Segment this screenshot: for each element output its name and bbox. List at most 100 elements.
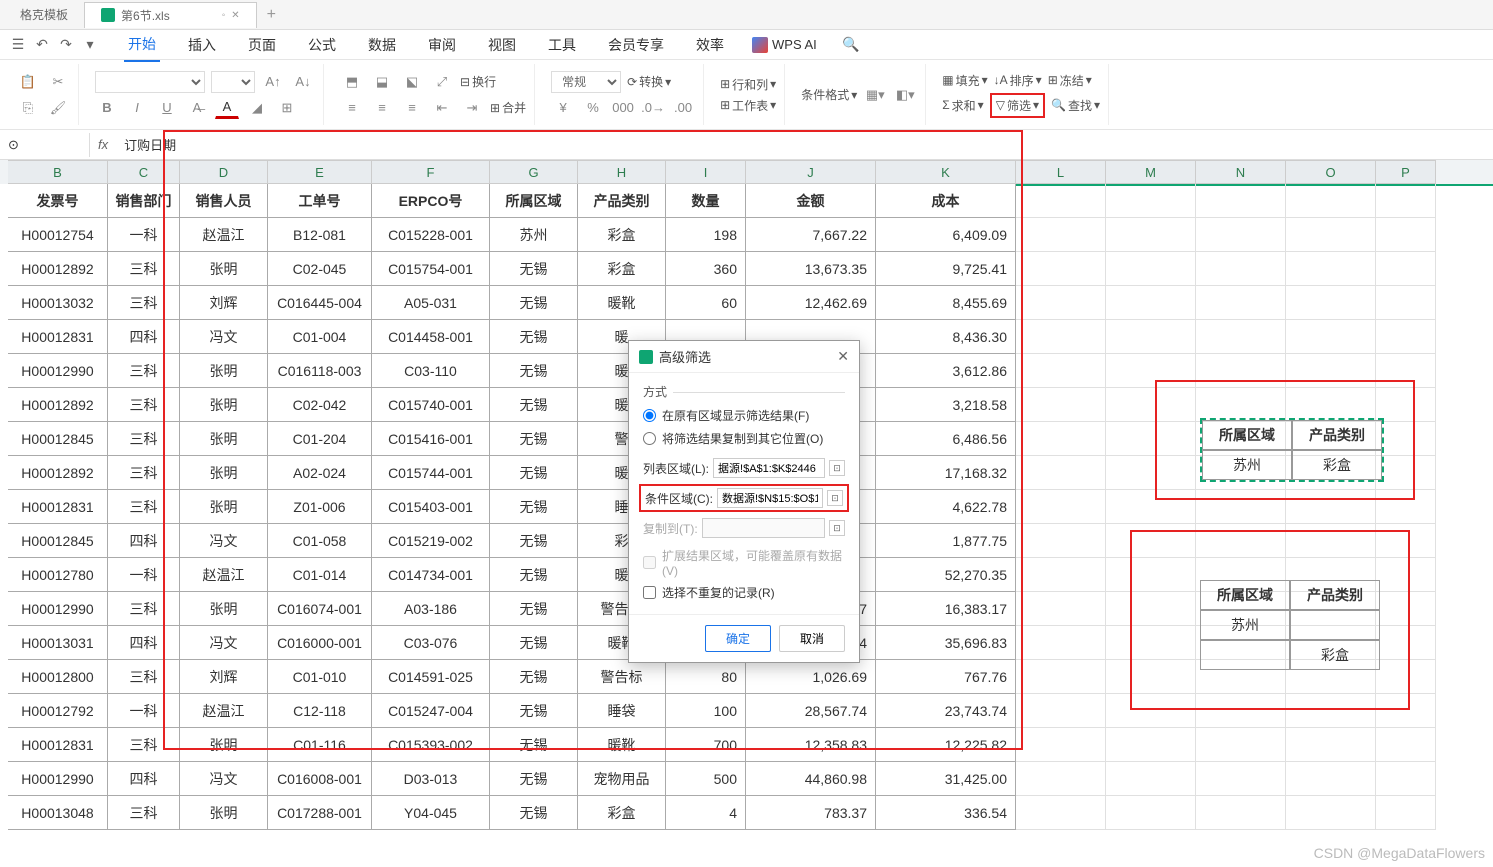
- table-cell[interactable]: 冯文: [180, 626, 268, 660]
- table-cell[interactable]: 四科: [108, 626, 180, 660]
- font-size-select[interactable]: [211, 71, 255, 93]
- table-cell[interactable]: 四科: [108, 320, 180, 354]
- empty-cell[interactable]: [1016, 456, 1106, 490]
- menu-formula[interactable]: 公式: [304, 29, 340, 61]
- fx-icon[interactable]: fx: [90, 137, 116, 152]
- empty-cell[interactable]: [1376, 490, 1436, 524]
- table-cell[interactable]: 赵温江: [180, 694, 268, 728]
- table-cell[interactable]: 8,436.30: [876, 320, 1016, 354]
- empty-cell[interactable]: [1196, 218, 1286, 252]
- empty-cell[interactable]: [1196, 728, 1286, 762]
- table-header[interactable]: 销售人员: [180, 184, 268, 218]
- col-header-P[interactable]: P: [1376, 160, 1436, 184]
- empty-cell[interactable]: [1106, 388, 1196, 422]
- table-cell[interactable]: H00012754: [8, 218, 108, 252]
- table-cell[interactable]: C015754-001: [372, 252, 490, 286]
- table-header[interactable]: ERPCO号: [372, 184, 490, 218]
- table-header[interactable]: 所属区域: [490, 184, 578, 218]
- empty-cell[interactable]: [1016, 796, 1106, 830]
- empty-cell[interactable]: [1106, 422, 1196, 456]
- crit1-h1[interactable]: 所属区域: [1202, 420, 1292, 450]
- table-cell[interactable]: 四科: [108, 524, 180, 558]
- table-cell[interactable]: 冯文: [180, 524, 268, 558]
- table-cell[interactable]: H00013048: [8, 796, 108, 830]
- empty-cell[interactable]: [1376, 626, 1436, 660]
- col-header-O[interactable]: O: [1286, 160, 1376, 184]
- table-cell[interactable]: Z01-006: [268, 490, 372, 524]
- table-cell[interactable]: D03-013: [372, 762, 490, 796]
- table-cell[interactable]: C01-116: [268, 728, 372, 762]
- table-cell[interactable]: 783.37: [746, 796, 876, 830]
- empty-cell[interactable]: [1376, 456, 1436, 490]
- table-cell[interactable]: C015219-002: [372, 524, 490, 558]
- empty-cell[interactable]: [1376, 558, 1436, 592]
- empty-cell[interactable]: [1286, 524, 1376, 558]
- cancel-button[interactable]: 取消: [779, 625, 845, 652]
- menu-data[interactable]: 数据: [364, 29, 400, 61]
- align-middle-icon[interactable]: ⬓: [370, 71, 394, 93]
- table-cell[interactable]: C015416-001: [372, 422, 490, 456]
- empty-cell[interactable]: [1376, 388, 1436, 422]
- table-cell[interactable]: H00012792: [8, 694, 108, 728]
- empty-cell[interactable]: [1106, 796, 1196, 830]
- table-cell[interactable]: 张明: [180, 592, 268, 626]
- table-cell[interactable]: 500: [666, 762, 746, 796]
- table-cell[interactable]: B12-081: [268, 218, 372, 252]
- empty-cell[interactable]: [1286, 252, 1376, 286]
- empty-cell[interactable]: [1106, 762, 1196, 796]
- sort-button[interactable]: ↓A 排序 ▾: [994, 72, 1042, 89]
- table-cell[interactable]: A02-024: [268, 456, 372, 490]
- table-cell[interactable]: H00012800: [8, 660, 108, 694]
- empty-cell[interactable]: [1376, 286, 1436, 320]
- fill-color-icon[interactable]: ◢: [245, 97, 269, 119]
- table-cell[interactable]: 三科: [108, 354, 180, 388]
- table-cell[interactable]: 三科: [108, 490, 180, 524]
- underline-icon[interactable]: U: [155, 97, 179, 119]
- empty-cell[interactable]: [1376, 660, 1436, 694]
- empty-cell[interactable]: [1376, 422, 1436, 456]
- table-cell[interactable]: C014458-001: [372, 320, 490, 354]
- menu-review[interactable]: 审阅: [424, 29, 460, 61]
- close-icon[interactable]: ✕: [231, 10, 239, 21]
- col-header-D[interactable]: D: [180, 160, 268, 184]
- table-cell[interactable]: 23,743.74: [876, 694, 1016, 728]
- empty-cell[interactable]: [1106, 320, 1196, 354]
- italic-icon[interactable]: I: [125, 97, 149, 119]
- table-cell[interactable]: 13,673.35: [746, 252, 876, 286]
- empty-cell[interactable]: [1016, 354, 1106, 388]
- col-header-I[interactable]: I: [666, 160, 746, 184]
- table-cell[interactable]: 31,425.00: [876, 762, 1016, 796]
- table-cell[interactable]: H00012845: [8, 524, 108, 558]
- table-cell[interactable]: H00012780: [8, 558, 108, 592]
- cut-icon[interactable]: ✂: [46, 71, 70, 93]
- tab-template[interactable]: 格克模板: [4, 2, 84, 27]
- rowcol-button[interactable]: ⊞ 行和列 ▾: [720, 76, 776, 93]
- empty-cell[interactable]: [1286, 796, 1376, 830]
- empty-cell[interactable]: [1286, 762, 1376, 796]
- col-header-J[interactable]: J: [746, 160, 876, 184]
- table-cell[interactable]: C016074-001: [268, 592, 372, 626]
- table-cell[interactable]: 张明: [180, 728, 268, 762]
- table-cell[interactable]: 4: [666, 796, 746, 830]
- table-cell[interactable]: 张明: [180, 252, 268, 286]
- empty-cell[interactable]: [1196, 694, 1286, 728]
- table-cell[interactable]: 张明: [180, 796, 268, 830]
- empty-cell[interactable]: [1016, 286, 1106, 320]
- empty-cell[interactable]: [1286, 286, 1376, 320]
- empty-cell[interactable]: [1376, 320, 1436, 354]
- crit2-h2[interactable]: 产品类别: [1290, 580, 1380, 610]
- name-box[interactable]: ⊙: [0, 133, 90, 157]
- redo-icon[interactable]: ↷: [56, 35, 76, 55]
- table-cell[interactable]: 三科: [108, 422, 180, 456]
- empty-cell[interactable]: [1016, 728, 1106, 762]
- table-header[interactable]: 数量: [666, 184, 746, 218]
- table-cell[interactable]: 赵温江: [180, 218, 268, 252]
- empty-cell[interactable]: [1016, 694, 1106, 728]
- table-cell[interactable]: 张明: [180, 490, 268, 524]
- align-top-icon[interactable]: ⬒: [340, 71, 364, 93]
- table-cell[interactable]: C016118-003: [268, 354, 372, 388]
- empty-cell[interactable]: [1286, 728, 1376, 762]
- fill-button[interactable]: ▦ 填充 ▾: [942, 72, 987, 89]
- table-cell[interactable]: 无锡: [490, 558, 578, 592]
- empty-cell[interactable]: [1286, 694, 1376, 728]
